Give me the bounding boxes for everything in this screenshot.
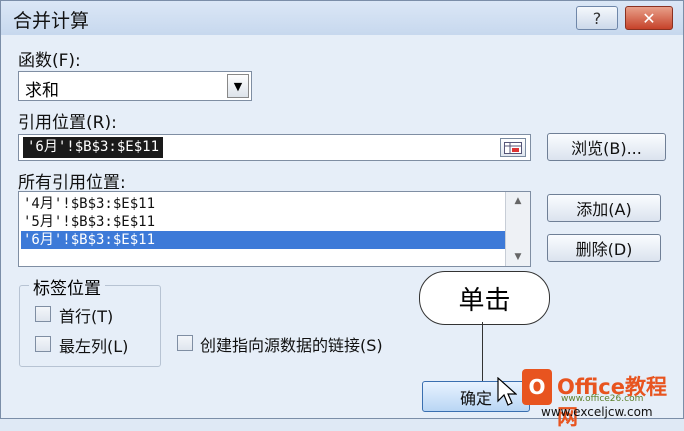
mouse-cursor-icon: [497, 377, 517, 406]
list-item[interactable]: '4月'!$B$3:$E$11: [21, 195, 509, 213]
reference-value: '6月'!$B$3:$E$11: [23, 137, 164, 158]
reference-input[interactable]: '6月'!$B$3:$E$11: [18, 134, 531, 161]
all-references-label: 所有引用位置:: [18, 173, 126, 193]
callout-pointer-line: [482, 322, 483, 382]
function-value: 求和: [25, 81, 59, 101]
watermark-site-2: www.exceljcw.com: [541, 405, 653, 419]
title-bar[interactable]: 合并计算 ? ✕: [1, 1, 683, 35]
all-references-list[interactable]: '4月'!$B$3:$E$11 '5月'!$B$3:$E$11 '6月'!$B$…: [18, 191, 531, 267]
range-picker-icon[interactable]: [500, 138, 526, 157]
left-column-label: 最左列(L): [59, 337, 129, 356]
help-button[interactable]: ?: [576, 6, 618, 30]
delete-button[interactable]: 删除(D): [547, 234, 661, 262]
office-logo-icon: O: [522, 369, 552, 405]
link-source-checkbox[interactable]: [177, 335, 193, 351]
left-column-checkbox[interactable]: [35, 336, 51, 352]
browse-button[interactable]: 浏览(B)...: [547, 133, 666, 161]
top-row-label: 首行(T): [59, 307, 114, 326]
click-callout: 单击: [419, 271, 550, 325]
scroll-down-icon[interactable]: ▼: [506, 248, 530, 266]
close-icon: ✕: [642, 8, 656, 28]
list-scrollbar[interactable]: ▲ ▼: [505, 192, 530, 266]
scroll-up-icon[interactable]: ▲: [506, 192, 530, 210]
watermark-site-1: www.office26.com: [561, 394, 644, 404]
list-item[interactable]: '5月'!$B$3:$E$11: [21, 213, 509, 231]
link-source-label: 创建指向源数据的链接(S): [200, 336, 383, 355]
range-picker-glyph: [504, 141, 522, 154]
function-dropdown[interactable]: 求和 ▼: [18, 71, 252, 101]
consolidate-dialog: 合并计算 ? ✕ 函数(F): 求和 ▼ 引用位置(R): '6月'!$B$3:…: [0, 0, 684, 429]
list-item-selected[interactable]: '6月'!$B$3:$E$11: [21, 231, 509, 249]
chevron-down-icon[interactable]: ▼: [227, 74, 249, 98]
function-label: 函数(F):: [18, 51, 81, 71]
reference-label: 引用位置(R):: [18, 113, 117, 133]
top-row-checkbox[interactable]: [35, 306, 51, 322]
label-position-title: 标签位置: [29, 274, 105, 299]
close-button[interactable]: ✕: [625, 6, 673, 30]
help-icon: ?: [592, 8, 602, 28]
dialog-title: 合并计算: [13, 10, 90, 32]
add-button[interactable]: 添加(A): [547, 194, 661, 222]
